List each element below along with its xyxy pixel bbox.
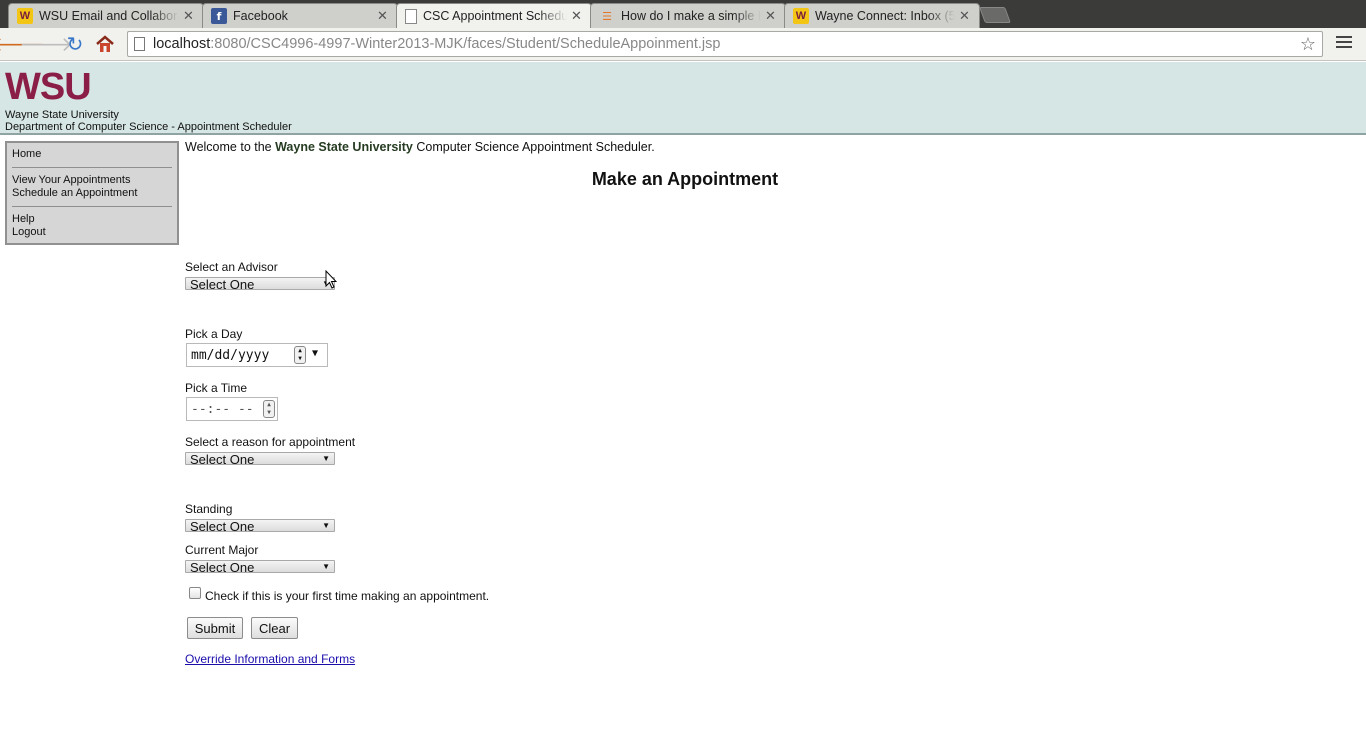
address-bar[interactable]: localhost:8080/CSC4996-4997-Winter2013-M…	[127, 31, 1323, 57]
reason-select[interactable]: Select One ▼	[185, 452, 335, 465]
time-spinner-icon[interactable]: ▲ ▼	[263, 400, 275, 418]
tab-close-icon[interactable]: ✕	[765, 8, 777, 24]
sidebar-divider	[12, 206, 172, 207]
sidebar-item-home[interactable]: Home	[12, 148, 41, 160]
date-picker-caret-icon[interactable]: ▼	[312, 348, 318, 359]
major-select[interactable]: Select One ▼	[185, 560, 335, 573]
site-header: WSU Wayne State University Department of…	[0, 62, 1366, 135]
mouse-cursor-icon	[325, 270, 337, 289]
browser-tab-stackoverflow[interactable]: ☰ How do I make a simple H ✕	[590, 3, 786, 28]
reason-select-value: Select One	[190, 452, 255, 465]
home-icon[interactable]	[93, 32, 117, 56]
tab-title: Facebook	[233, 9, 288, 23]
day-label: Pick a Day	[185, 327, 243, 341]
browser-tab-wsu-email[interactable]: W WSU Email and Collaborat ✕	[8, 3, 204, 28]
time-input[interactable]: --:-- -- ▲ ▼	[186, 397, 278, 421]
major-label: Current Major	[185, 543, 259, 557]
submit-button[interactable]: Submit	[187, 617, 243, 639]
standing-label: Standing	[185, 502, 233, 516]
new-tab-button[interactable]	[979, 7, 1011, 23]
first-time-checkbox[interactable]	[189, 587, 201, 599]
sidebar-item-help[interactable]: Help	[12, 213, 35, 225]
sidebar-divider	[12, 167, 172, 168]
time-input-placeholder: --:-- --	[191, 401, 254, 417]
date-input[interactable]: mm/dd/yyyy ▲ ▼ ▼	[186, 343, 328, 367]
tab-title: How do I make a simple H	[621, 9, 761, 23]
tab-title: Wayne Connect: Inbox (5	[815, 9, 955, 23]
dropdown-arrow-icon: ▼	[322, 454, 330, 463]
time-label: Pick a Time	[185, 381, 248, 395]
first-time-label: Check if this is your first time making …	[205, 589, 490, 603]
wsu-favicon-icon: W	[793, 8, 809, 24]
page-icon	[134, 37, 145, 51]
dropdown-arrow-icon: ▼	[322, 521, 330, 530]
advisor-label: Select an Advisor	[185, 260, 278, 274]
reason-label: Select a reason for appointment	[185, 435, 356, 449]
advisor-select[interactable]: Select One ▼	[185, 277, 335, 290]
welcome-university: Wayne State University	[275, 140, 413, 154]
url-path: :8080/CSC4996-4997-Winter2013-MJK/faces/…	[210, 36, 721, 52]
tab-title: WSU Email and Collaborat	[39, 9, 179, 23]
major-select-value: Select One	[190, 560, 255, 573]
tab-close-icon[interactable]: ✕	[183, 8, 195, 24]
university-name: Wayne State University	[5, 109, 119, 121]
department-name: Department of Computer Science - Appoint…	[5, 121, 292, 133]
bookmark-star-icon[interactable]: ☆	[1300, 34, 1316, 55]
date-spinner-icon[interactable]: ▲ ▼	[294, 346, 306, 364]
tab-title: CSC Appointment Schedu	[423, 9, 567, 23]
clear-button[interactable]: Clear	[251, 617, 298, 639]
standing-select[interactable]: Select One ▼	[185, 519, 335, 532]
browser-tab-csc-appointment[interactable]: CSC Appointment Schedu ✕	[396, 3, 592, 28]
welcome-message: Welcome to the Wayne State University Co…	[185, 140, 655, 154]
wsu-logo: WSU	[5, 66, 92, 108]
wsu-favicon-icon: W	[17, 8, 33, 24]
forward-arrow-icon[interactable]: 🡒	[19, 32, 73, 56]
stackoverflow-favicon-icon: ☰	[602, 10, 612, 23]
page-title: Make an Appointment	[591, 169, 779, 189]
browser-tab-facebook[interactable]: f Facebook ✕	[202, 3, 398, 28]
advisor-select-value: Select One	[190, 277, 255, 290]
welcome-prefix: Welcome to the	[185, 140, 276, 154]
sidebar-nav: Home View Your Appointments Schedule an …	[5, 141, 179, 245]
browser-tab-strip: W WSU Email and Collaborat ✕ f Facebook …	[0, 0, 1366, 28]
reload-icon[interactable]: ↻	[63, 32, 87, 56]
url-host: localhost	[153, 36, 211, 52]
browser-toolbar: 🡐 🡒 ↻ localhost:8080/CSC4996-4997-Winter…	[0, 28, 1366, 61]
override-info-link[interactable]: Override Information and Forms	[185, 652, 355, 666]
tab-close-icon[interactable]: ✕	[377, 8, 389, 24]
sidebar-item-logout[interactable]: Logout	[12, 226, 46, 238]
tab-close-icon[interactable]: ✕	[571, 8, 583, 24]
facebook-favicon-icon: f	[211, 8, 227, 24]
welcome-suffix: Computer Science Appointment Scheduler.	[412, 140, 655, 154]
page-favicon-icon	[405, 8, 417, 24]
dropdown-arrow-icon: ▼	[322, 562, 330, 571]
date-input-placeholder: mm/dd/yyyy	[191, 347, 270, 363]
browser-tab-wayne-connect[interactable]: W Wayne Connect: Inbox (5 ✕	[784, 3, 980, 28]
tab-close-icon[interactable]: ✕	[959, 8, 971, 24]
browser-menu-icon[interactable]	[1336, 36, 1352, 50]
standing-select-value: Select One	[190, 519, 255, 532]
